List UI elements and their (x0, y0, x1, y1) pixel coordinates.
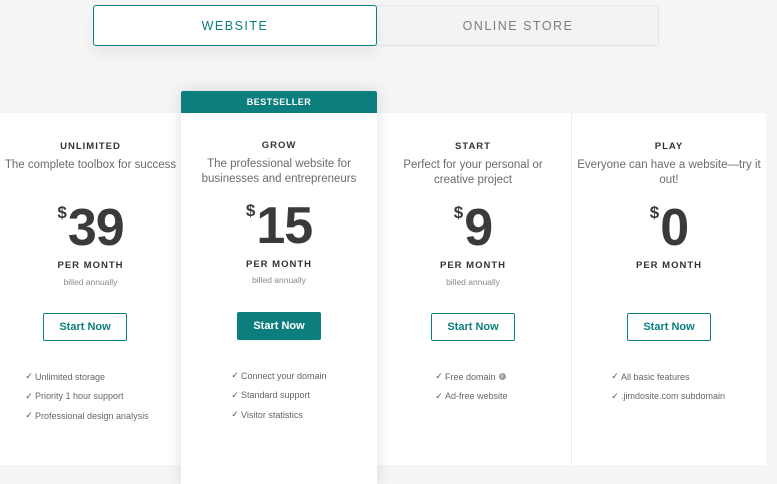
plan-name: GROW (261, 140, 297, 151)
plan-name: START (455, 141, 491, 152)
feature-list: ✓ Unlimited storage ✓ Priority 1 hour supp… (23, 367, 149, 426)
currency-symbol: $ (649, 203, 660, 222)
list-item: ✓ .jimdosite.com subdomain (609, 387, 725, 407)
start-now-button[interactable]: Start Now (237, 312, 321, 340)
list-item: ✓ Ad-free website (433, 387, 507, 407)
feature-list: ✓ All basic features ✓ .jimdosite.com subd… (609, 367, 725, 406)
list-item: ✓ Priority 1 hour support (23, 387, 149, 407)
tab-website[interactable]: WEBSITE (93, 5, 377, 46)
list-item: ✓ Visitor statistics (229, 405, 327, 425)
price-amount: 39 (67, 199, 125, 257)
price-period: PER MONTH (246, 259, 312, 270)
check-icon: ✓ (231, 409, 239, 420)
list-item: ✓ Unlimited storage (23, 367, 149, 387)
list-item: ✓ All basic features (609, 367, 725, 387)
start-now-button[interactable]: Start Now (431, 313, 515, 341)
billing-note: billed annually (446, 277, 500, 287)
billing-note: billed annually (63, 277, 118, 287)
list-item: ✓ Standard support (229, 386, 327, 406)
currency-symbol: $ (453, 203, 464, 222)
pricing-cards: UNLIMITED The complete toolbox for succe… (0, 113, 766, 465)
plan-description: Perfect for your personal or creative pr… (403, 159, 543, 186)
check-icon: ✓ (25, 390, 33, 401)
plan-card-play: PLAY Everyone can have a website—try it … (571, 113, 766, 465)
currency-symbol: $ (57, 203, 67, 222)
list-item: ✓ Connect your domain (229, 366, 326, 386)
price-amount: 15 (256, 197, 313, 255)
info-icon[interactable]: i (498, 373, 506, 381)
plan-card-grow: BESTSELLER GROW The professional website… (181, 91, 377, 484)
check-icon: ✓ (611, 371, 619, 382)
billing-note: billed annually (252, 275, 306, 285)
check-icon: ✓ (611, 390, 619, 401)
list-item: ✓ Free domain i (433, 367, 508, 387)
plan-price: $ 15 (181, 199, 377, 255)
check-icon: ✓ (231, 370, 239, 381)
plan-type-tabs: WEBSITE ONLINE STORE (93, 5, 659, 46)
plan-description: The professional website for businesses … (201, 158, 357, 185)
price-amount: 9 (464, 199, 493, 257)
plan-description: The complete toolbox for success (4, 159, 177, 171)
check-icon: ✓ (435, 371, 443, 382)
check-icon: ✓ (435, 390, 443, 401)
plan-card-unlimited: UNLIMITED The complete toolbox for succe… (0, 113, 181, 465)
list-item: ✓ Professional design analysis (23, 406, 148, 426)
plan-name: PLAY (654, 141, 684, 152)
plan-name: UNLIMITED (60, 141, 121, 152)
feature-list: ✓ Free domain i ✓ Ad-free website (433, 367, 508, 407)
plan-price: $ 39 (0, 201, 181, 257)
start-now-button[interactable]: Start Now (43, 313, 127, 341)
currency-symbol: $ (245, 201, 256, 220)
tab-online-store[interactable]: ONLINE STORE (377, 6, 659, 45)
check-icon: ✓ (25, 410, 33, 421)
plan-description: Everyone can have a website—try it out! (577, 159, 761, 186)
check-icon: ✓ (231, 389, 239, 400)
start-now-button[interactable]: Start Now (627, 313, 711, 341)
plan-price: $ 0 (572, 201, 766, 257)
check-icon: ✓ (25, 371, 33, 382)
plan-price: $ 9 (376, 201, 570, 257)
feature-list: ✓ Connect your domain ✓ Standard support ✓… (229, 366, 327, 425)
plan-card-start: START Perfect for your personal or creat… (376, 113, 570, 465)
price-period: PER MONTH (636, 260, 702, 271)
price-amount: 0 (660, 199, 689, 257)
bestseller-ribbon: BESTSELLER (181, 91, 377, 113)
price-period: PER MONTH (440, 260, 506, 271)
price-period: PER MONTH (57, 260, 124, 271)
